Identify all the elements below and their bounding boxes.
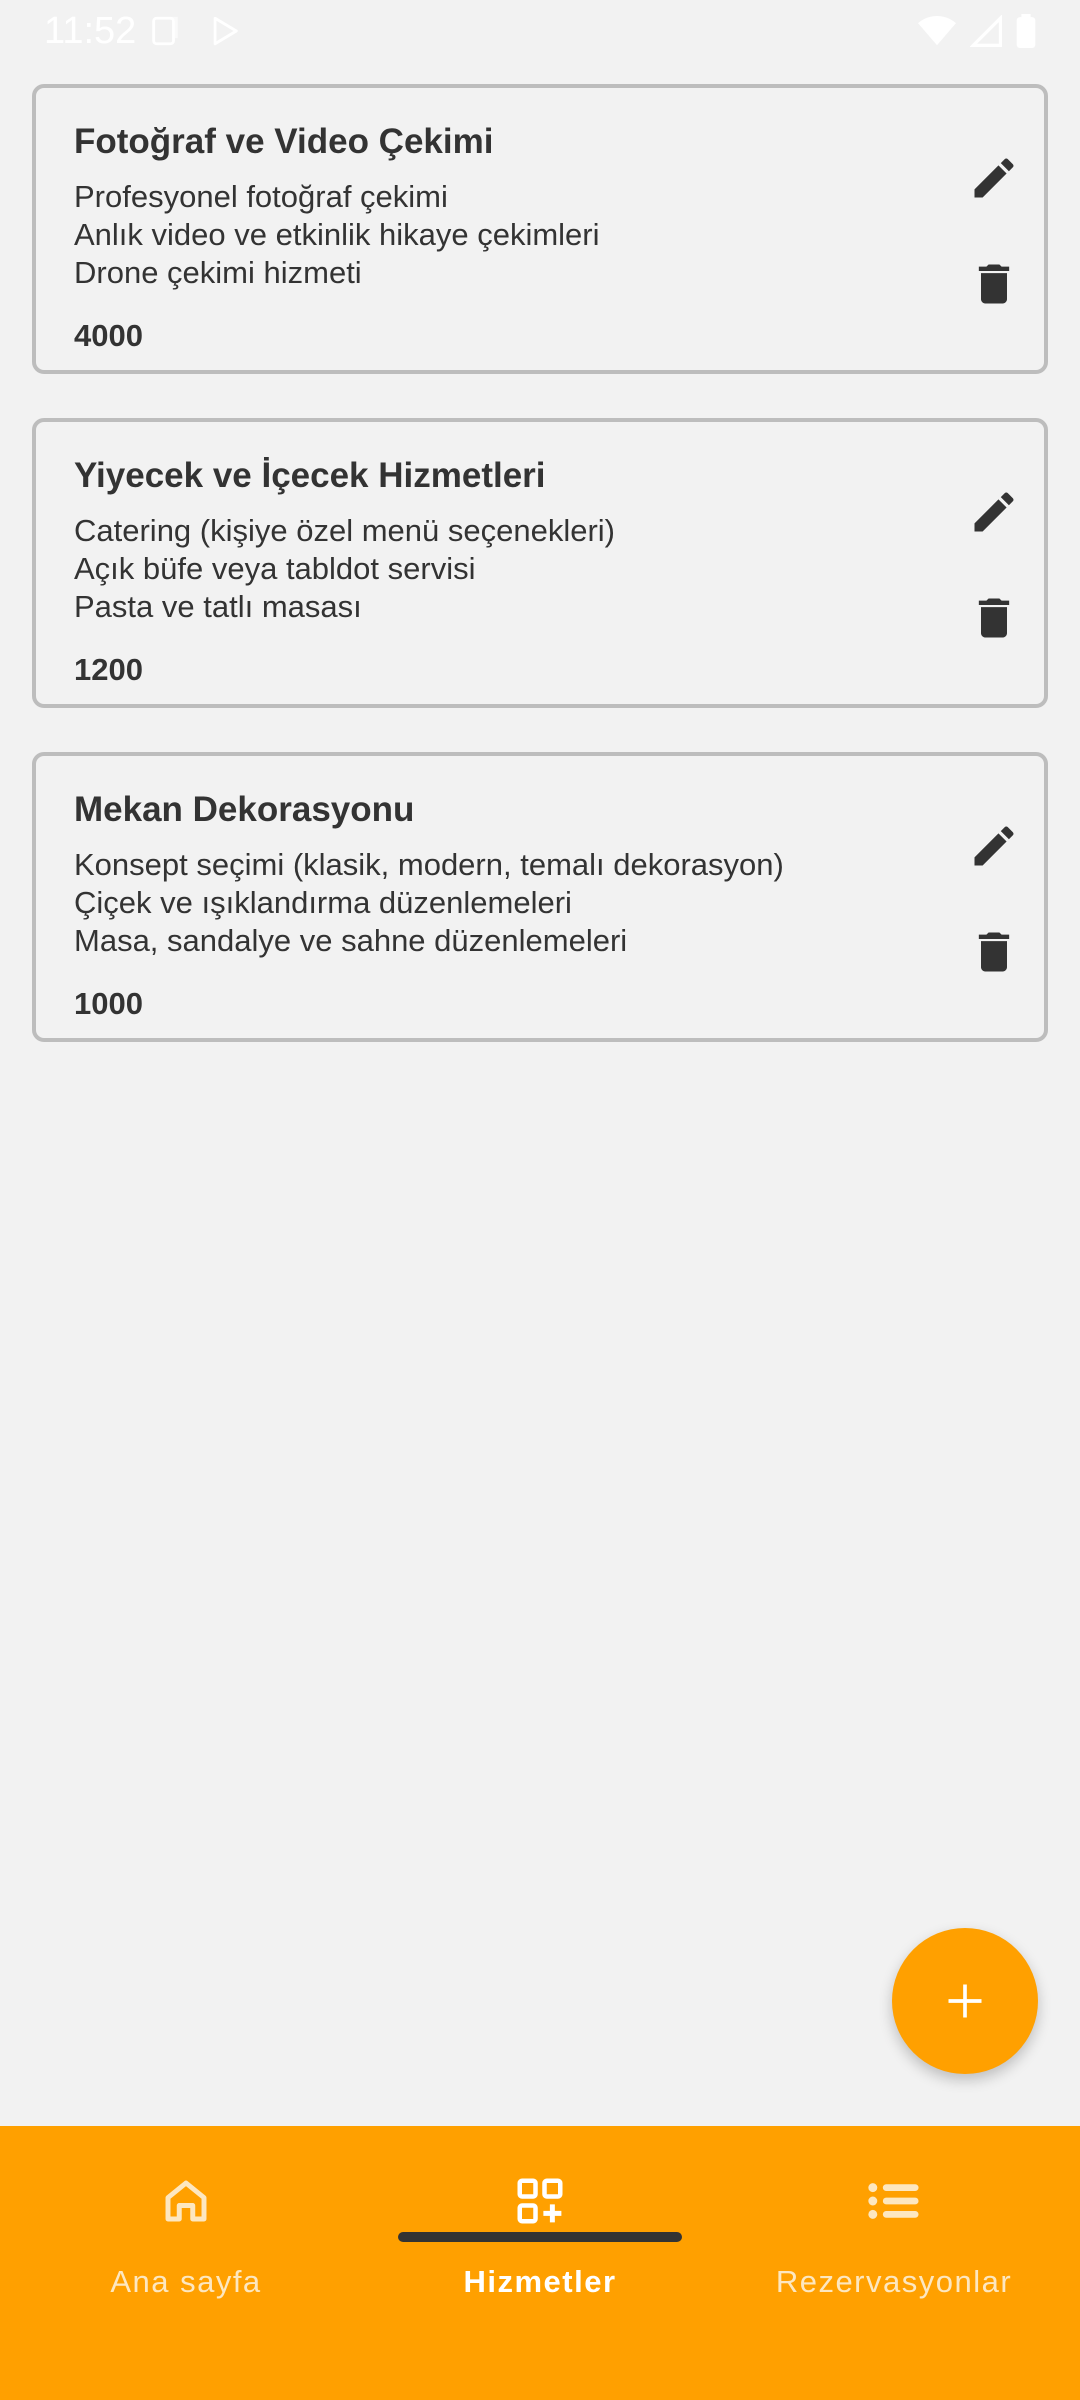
grid-add-icon xyxy=(360,2174,720,2228)
play-store-icon xyxy=(208,14,242,53)
service-line: Catering (kişiye özel menü seçenekleri) xyxy=(74,513,616,548)
status-time: 11:52 xyxy=(44,10,137,52)
nav-label: Rezervasyonlar xyxy=(775,2264,1013,2299)
service-line: Pasta ve tatlı masası xyxy=(74,589,362,624)
pencil-icon xyxy=(974,492,1014,532)
service-line: Konsept seçimi (klasik, modern, temalı d… xyxy=(74,847,784,882)
status-bar: 11:52 xyxy=(0,0,1080,62)
service-description: Catering (kişiye özel menü seçenekleri) … xyxy=(74,512,615,626)
signal-icon xyxy=(969,14,1002,52)
service-title: Mekan Dekorasyonu xyxy=(74,790,415,829)
nav-label: Ana sayfa xyxy=(110,2264,262,2299)
service-card[interactable]: Fotoğraf ve Video Çekimi Profesyonel fot… xyxy=(32,84,1048,374)
home-icon xyxy=(6,2174,366,2228)
service-description: Konsept seçimi (klasik, modern, temalı d… xyxy=(74,846,784,960)
nav-label: Hizmetler xyxy=(463,2264,617,2299)
service-line: Anlık video ve etkinlik hikaye çekimleri xyxy=(74,217,600,252)
delete-button[interactable] xyxy=(964,922,1024,982)
wifi-icon xyxy=(918,14,956,53)
service-line: Masa, sandalye ve sahne düzenlemeleri xyxy=(74,923,628,958)
status-system-icons xyxy=(918,14,1036,53)
bottom-navigation: Ana sayfa Hizmetler Rezervasyonlar xyxy=(0,2126,1080,2400)
delete-button[interactable] xyxy=(964,588,1024,648)
service-price: 4000 xyxy=(74,318,143,353)
add-service-button[interactable] xyxy=(892,1928,1038,2074)
trash-icon xyxy=(978,264,1010,304)
trash-icon xyxy=(978,598,1010,638)
nav-item-services[interactable]: Hizmetler xyxy=(360,2126,720,2326)
nav-item-home[interactable]: Ana sayfa xyxy=(6,2126,366,2326)
service-line: Drone çekimi hizmeti xyxy=(74,255,362,290)
home-indicator[interactable] xyxy=(398,2232,682,2242)
list-icon xyxy=(714,2174,1074,2228)
service-line: Çiçek ve ışıklandırma düzenlemeleri xyxy=(74,885,572,920)
service-card[interactable]: Mekan Dekorasyonu Konsept seçimi (klasik… xyxy=(32,752,1048,1042)
service-line: Profesyonel fotoğraf çekimi xyxy=(74,179,448,214)
service-description: Profesyonel fotoğraf çekimi Anlık video … xyxy=(74,178,600,292)
battery-icon xyxy=(1016,14,1036,53)
edit-button[interactable] xyxy=(964,816,1024,876)
plus-icon xyxy=(948,1984,982,2018)
pencil-icon xyxy=(974,158,1014,198)
trash-icon xyxy=(978,932,1010,972)
service-title: Fotoğraf ve Video Çekimi xyxy=(74,122,494,161)
service-list: Fotoğraf ve Video Çekimi Profesyonel fot… xyxy=(32,84,1048,1086)
delete-button[interactable] xyxy=(964,254,1024,314)
service-card[interactable]: Yiyecek ve İçecek Hizmetleri Catering (k… xyxy=(32,418,1048,708)
service-title: Yiyecek ve İçecek Hizmetleri xyxy=(74,456,546,495)
nav-item-reservations[interactable]: Rezervasyonlar xyxy=(714,2126,1074,2326)
services-screen: 11:52 Fotoğraf ve Video Çekimi Profesyon… xyxy=(0,0,1080,2400)
service-price: 1200 xyxy=(74,652,143,687)
service-price: 1000 xyxy=(74,986,143,1021)
pencil-icon xyxy=(974,826,1014,866)
screenshot-icon xyxy=(148,14,182,53)
edit-button[interactable] xyxy=(964,148,1024,208)
service-line: Açık büfe veya tabldot servisi xyxy=(74,551,476,586)
edit-button[interactable] xyxy=(964,482,1024,542)
status-notification-icons xyxy=(148,14,242,53)
